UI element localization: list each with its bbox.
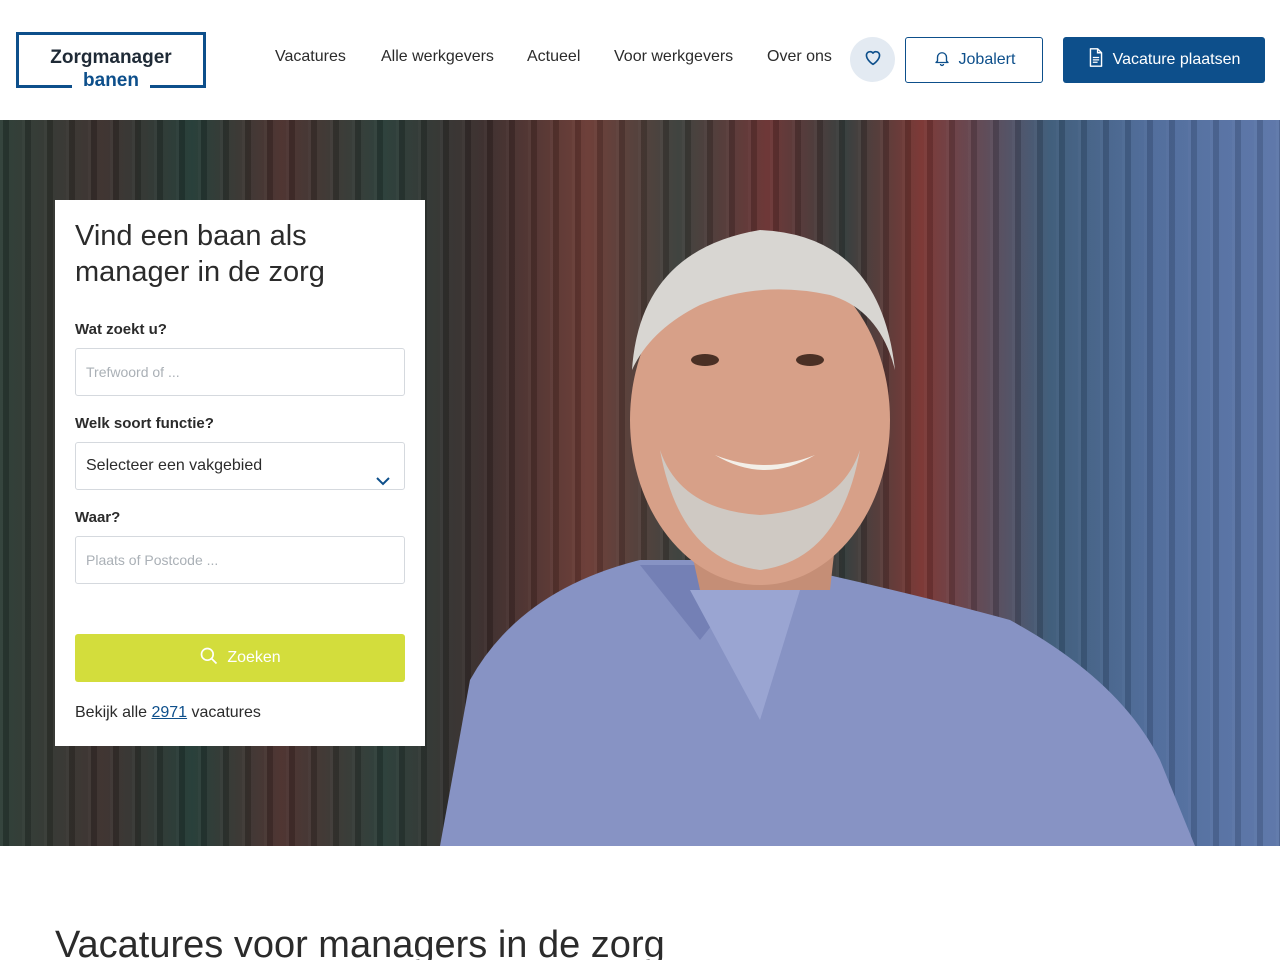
document-icon (1088, 48, 1104, 72)
keyword-label: Wat zoekt u? (75, 321, 167, 338)
search-card-title: Vind een baan als manager in de zorg (75, 220, 325, 288)
all-vacancies-prefix: Bekijk alle (75, 704, 148, 721)
function-select-value: Selecteer een vakgebied (86, 457, 263, 474)
search-button-label: Zoeken (227, 649, 281, 666)
jobalert-button[interactable]: Jobalert (905, 37, 1043, 83)
nav-over-ons[interactable]: Over ons (767, 48, 832, 66)
all-vacancies-suffix: vacatures (191, 704, 261, 721)
post-vacancy-button[interactable]: Vacature plaatsen (1063, 37, 1265, 83)
nav-alle-werkgevers[interactable]: Alle werkgevers (381, 48, 494, 66)
bell-icon (933, 49, 951, 72)
heart-icon (863, 48, 883, 71)
search-icon (199, 646, 219, 671)
location-input[interactable]: Plaats of Postcode ... (75, 536, 405, 584)
jobalert-label: Jobalert (958, 51, 1016, 68)
search-button[interactable]: Zoeken (75, 634, 405, 682)
section-title: Vacatures voor managers in de zorg (55, 924, 665, 960)
site-logo[interactable]: Zorgmanager banen (0, 0, 220, 120)
logo-subtitle: banen (83, 70, 139, 91)
post-vacancy-label: Vacature plaatsen (1112, 51, 1241, 68)
keyword-input[interactable]: Trefwoord of ... (75, 348, 405, 396)
chevron-down-icon (376, 459, 390, 505)
function-select[interactable]: Selecteer een vakgebied (75, 442, 405, 490)
all-vacancies-count-link[interactable]: 2971 (151, 704, 187, 721)
nav-voor-werkgevers[interactable]: Voor werkgevers (614, 48, 733, 66)
nav-actueel[interactable]: Actueel (527, 48, 580, 66)
logo-frame-top (16, 32, 206, 35)
logo-title: Zorgmanager (50, 47, 172, 68)
location-label: Waar? (75, 509, 121, 526)
function-label: Welk soort functie? (75, 415, 214, 432)
favorites-button[interactable] (850, 37, 895, 82)
all-vacancies-text: Bekijk alle 2971 vacatures (75, 704, 261, 722)
site-header: Zorgmanager banen Vacatures Alle werkgev… (0, 0, 1280, 120)
nav-vacatures[interactable]: Vacatures (275, 48, 346, 66)
